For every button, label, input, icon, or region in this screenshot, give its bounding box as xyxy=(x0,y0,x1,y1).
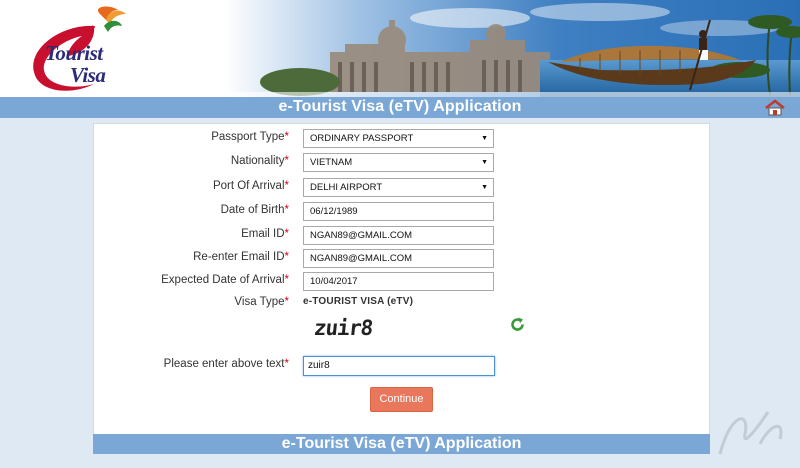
field-label: Re-enter Email ID* xyxy=(193,251,289,263)
field-label: Passport Type* xyxy=(211,131,289,143)
form-row-passport-type: Passport Type* ORDINARY PASSPORT ▼ xyxy=(93,129,710,149)
field-label: Nationality* xyxy=(230,155,289,167)
field-label: Expected Date of Arrival* xyxy=(161,274,289,286)
home-icon[interactable] xyxy=(764,99,786,116)
nationality-select[interactable]: VIETNAM ▼ xyxy=(303,153,494,172)
port-of-arrival-select[interactable]: DELHI AIRPORT ▼ xyxy=(303,178,494,197)
form-row-expected-arrival: Expected Date of Arrival* 10/04/2017 xyxy=(93,272,710,292)
continue-button[interactable]: Continue xyxy=(370,387,433,412)
visa-type-value: e-TOURIST VISA (eTV) xyxy=(303,296,414,307)
watermark-logo xyxy=(718,411,783,455)
form-row-nationality: Nationality* VIETNAM ▼ xyxy=(93,153,710,173)
field-label: Visa Type* xyxy=(234,296,289,308)
field-label: Date of Birth* xyxy=(220,204,289,216)
expected-arrival-date-input[interactable]: 10/04/2017 xyxy=(303,272,494,291)
field-label: Port Of Arrival* xyxy=(212,180,289,192)
captcha-image: zuir8 xyxy=(312,316,374,340)
refresh-icon[interactable] xyxy=(509,316,526,333)
passport-type-select[interactable]: ORDINARY PASSPORT ▼ xyxy=(303,129,494,148)
chevron-down-icon: ▼ xyxy=(481,159,488,166)
title-bar: e-Tourist Visa (eTV) Application xyxy=(0,97,800,118)
reenter-email-input[interactable]: NGAN89@GMAIL.COM xyxy=(303,249,494,268)
date-of-birth-input[interactable]: 06/12/1989 xyxy=(303,202,494,221)
captcha-input[interactable]: zuir8 xyxy=(303,356,495,376)
field-label: Please enter above text* xyxy=(163,358,289,370)
chevron-down-icon: ▼ xyxy=(481,135,488,142)
header-banner: Tourist Visa xyxy=(0,0,800,98)
footer-title: e-Tourist Visa (eTV) Application xyxy=(281,435,522,452)
form-row-email: Email ID* NGAN89@GMAIL.COM xyxy=(93,226,710,246)
form-row-port-of-arrival: Port Of Arrival* DELHI AIRPORT ▼ xyxy=(93,178,710,198)
logo-text-visa: Visa xyxy=(70,63,106,87)
footer-title-bar: e-Tourist Visa (eTV) Application xyxy=(93,434,710,454)
chevron-down-icon: ▼ xyxy=(481,184,488,191)
form-row-date-of-birth: Date of Birth* 06/12/1989 xyxy=(93,202,710,222)
field-label: Email ID* xyxy=(241,228,289,240)
page-title: e-Tourist Visa (eTV) Application xyxy=(278,98,522,115)
form-row-reenter-email: Re-enter Email ID* NGAN89@GMAIL.COM xyxy=(93,249,710,269)
email-input[interactable]: NGAN89@GMAIL.COM xyxy=(303,226,494,245)
form-row-visa-type: Visa Type* e-TOURIST VISA (eTV) xyxy=(93,294,710,314)
